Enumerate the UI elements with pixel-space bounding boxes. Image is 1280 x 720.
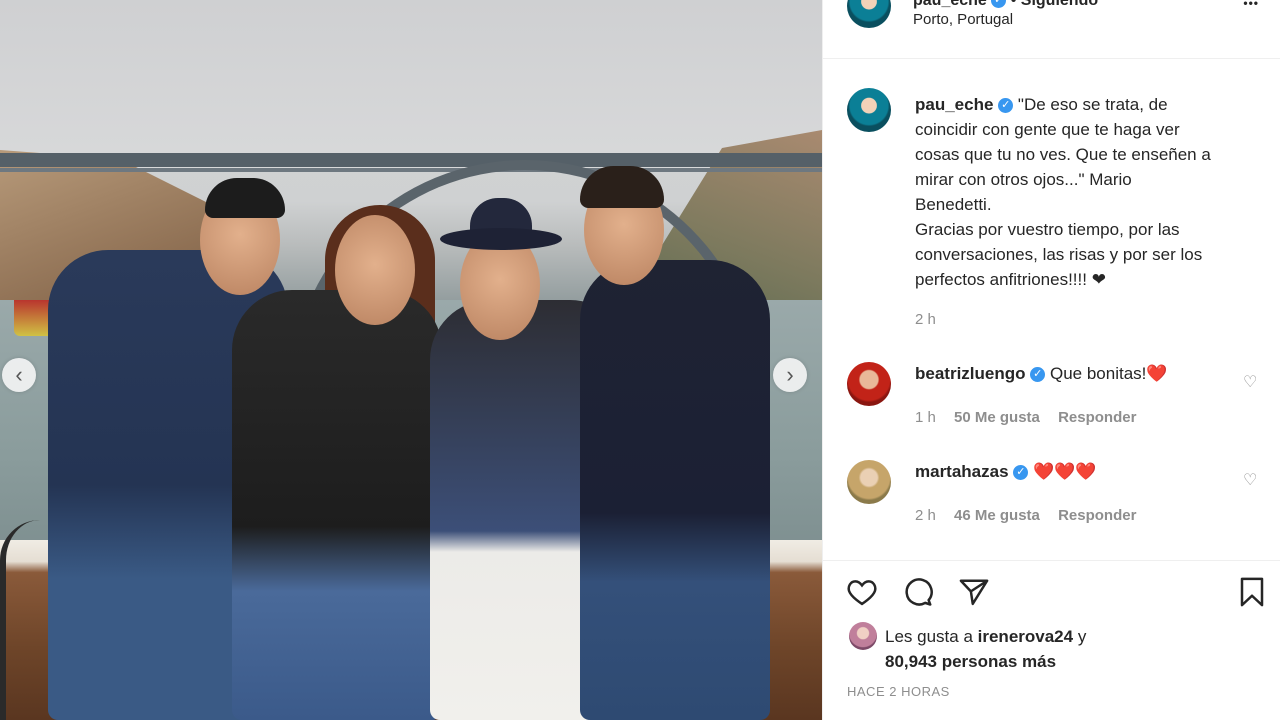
follow-status[interactable]: Siguiendo xyxy=(1021,0,1098,9)
caption: pau_eche ✓ "De eso se trata, de coincidi… xyxy=(915,92,1265,292)
likes-count[interactable]: 80,943 personas más xyxy=(885,649,1086,674)
comment-likes[interactable]: 46 Me gusta xyxy=(954,507,1040,524)
photo-hat xyxy=(440,198,562,250)
verified-badge-icon: ✓ xyxy=(1013,465,1029,481)
likes-user[interactable]: irenerova24 xyxy=(978,627,1073,646)
post-sidebar: pau_eche ✓ • Siguiendo Porto, Portugal •… xyxy=(822,0,1280,720)
header-username[interactable]: pau_eche xyxy=(913,0,987,9)
comment-bubble-icon[interactable] xyxy=(901,575,935,609)
comment-like-heart-icon[interactable]: ♡ xyxy=(1243,375,1259,391)
bookmark-icon[interactable] xyxy=(1235,575,1269,609)
verified-badge-icon: ✓ xyxy=(991,0,1007,9)
caption-time[interactable]: 2 h xyxy=(915,311,936,328)
caption-text-line: Gracias por vuestro tiempo, por las xyxy=(915,220,1180,239)
photo-hair-4 xyxy=(580,166,664,208)
header-user-line: pau_eche ✓ • Siguiendo xyxy=(913,0,1098,10)
caption-text-line: Benedetti. xyxy=(915,195,992,214)
avatar[interactable] xyxy=(847,0,891,28)
share-send-icon[interactable] xyxy=(957,575,991,609)
likes-prefix: Les gusta a xyxy=(885,627,973,646)
heart-emoji: ❤️❤️❤️ xyxy=(1033,462,1097,481)
likes-summary: Les gusta a irenerova24 y 80,943 persona… xyxy=(885,624,1086,674)
comment-reply-button[interactable]: Responder xyxy=(1058,409,1136,426)
header-dot: • xyxy=(1010,0,1017,9)
photo-person-4 xyxy=(580,260,770,720)
caption-text-line: mirar con otros ojos..." Mario xyxy=(915,170,1132,189)
photo-head-2 xyxy=(335,215,415,325)
likes-conj: y xyxy=(1077,627,1087,646)
chevron-right-icon: › xyxy=(786,362,794,387)
photo-bridge-deck xyxy=(0,153,822,167)
caption-text-line: coincidir con gente que te haga ver xyxy=(915,120,1180,139)
caption-text-line: cosas que tu no ves. Que te enseñen a xyxy=(915,145,1211,164)
verified-badge-icon: ✓ xyxy=(1030,367,1046,383)
heart-emoji: ❤️ xyxy=(1146,364,1168,383)
like-heart-icon[interactable] xyxy=(845,575,879,609)
comment-avatar[interactable] xyxy=(847,362,891,406)
chevron-left-icon: ‹ xyxy=(15,362,23,387)
liker-avatar[interactable] xyxy=(849,622,877,650)
comment-text: Que bonitas! xyxy=(1049,364,1147,383)
more-options-icon[interactable]: ••• xyxy=(1243,0,1259,10)
comment: martahazas ✓ ❤️❤️❤️ xyxy=(915,462,1097,482)
action-bar xyxy=(823,560,1280,611)
comment-reply-button[interactable]: Responder xyxy=(1058,507,1136,524)
comment: beatrizluengo ✓ Que bonitas!❤️ xyxy=(915,364,1168,384)
caption-text-line: perfectos anfitriones!!!! ❤ xyxy=(915,270,1106,289)
post-timestamp[interactable]: HACE 2 HORAS xyxy=(847,684,950,699)
caption-text-line: "De eso se trata, de xyxy=(1017,95,1168,114)
comment-likes[interactable]: 50 Me gusta xyxy=(954,409,1040,426)
header-location[interactable]: Porto, Portugal xyxy=(913,11,1013,28)
comment-username[interactable]: martahazas xyxy=(915,462,1009,481)
caption-username[interactable]: pau_eche xyxy=(915,95,993,114)
comment-time[interactable]: 2 h xyxy=(915,507,936,524)
carousel-next-button[interactable]: › xyxy=(773,358,807,392)
caption-text-line: conversaciones, las risas y por ser los xyxy=(915,245,1203,264)
comment-time[interactable]: 1 h xyxy=(915,409,936,426)
photo-sky xyxy=(0,0,822,170)
verified-badge-icon: ✓ xyxy=(998,98,1014,114)
photo-person-2 xyxy=(232,290,442,720)
carousel-prev-button[interactable]: ‹ xyxy=(2,358,36,392)
caption-avatar[interactable] xyxy=(847,88,891,132)
photo-hair-1 xyxy=(205,178,285,218)
comment-meta: 1 h 50 Me gusta Responder xyxy=(915,409,1136,426)
comment-like-heart-icon[interactable]: ♡ xyxy=(1243,473,1259,489)
photo-bridge-rail xyxy=(0,168,822,172)
post-photo[interactable]: ‹ › xyxy=(0,0,822,720)
comment-username[interactable]: beatrizluengo xyxy=(915,364,1026,383)
comment-avatar[interactable] xyxy=(847,460,891,504)
comment-meta: 2 h 46 Me gusta Responder xyxy=(915,507,1136,524)
post-header: pau_eche ✓ • Siguiendo Porto, Portugal •… xyxy=(823,0,1280,59)
